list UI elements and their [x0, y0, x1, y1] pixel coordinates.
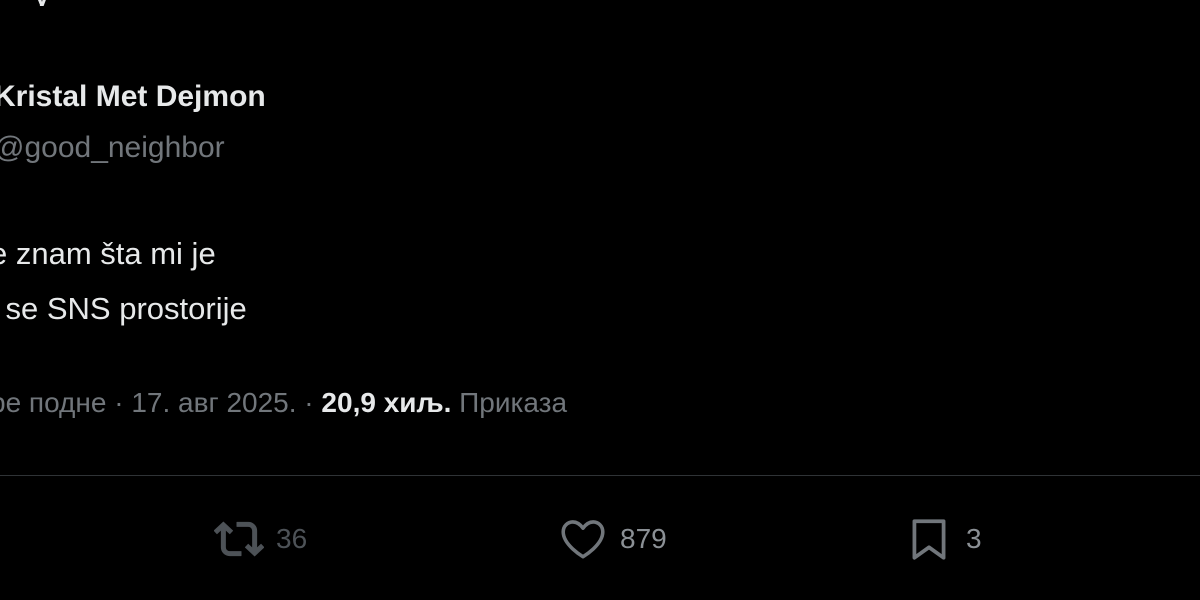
bookmark-button[interactable]: 3: [904, 514, 982, 564]
tweet-text: e znam šta mi je i se SNS prostorije: [0, 226, 247, 336]
retweet-count: 36: [276, 523, 308, 554]
like-count: 879: [620, 523, 667, 554]
more-options-icon[interactable]: [1188, 84, 1200, 120]
author-display-name[interactable]: Kristal Met Dejmon: [0, 80, 266, 114]
meta-separator: ·: [106, 387, 132, 418]
author-handle[interactable]: @good_neighbor: [0, 131, 225, 165]
like-button[interactable]: 879: [558, 514, 667, 564]
views-label: Приказа: [451, 387, 568, 418]
bookmark-icon: [912, 519, 946, 560]
meta-separator: ·: [296, 387, 322, 418]
tweet-text-line: e znam šta mi je: [0, 236, 216, 271]
heart-icon: [561, 520, 605, 559]
tweet-date[interactable]: 17. авг 2025.: [131, 387, 296, 418]
retweet-button[interactable]: 36: [214, 514, 307, 564]
divider: [0, 475, 1200, 476]
retweet-icon: [214, 521, 264, 557]
views-count: 20,9 хиљ.: [321, 387, 452, 418]
tweet-card: y Kristal Met Dejmon @good_neighbor e zn…: [0, 0, 1200, 600]
tweet-text-line: i se SNS prostorije: [0, 291, 247, 326]
tweet-metadata: ре подне · 17. авг 2025. · 20,9 хиљ. При…: [0, 387, 567, 419]
partial-header-text: y: [34, 0, 104, 6]
tweet-time[interactable]: ре подне: [0, 387, 106, 418]
bookmark-count: 3: [966, 523, 982, 554]
